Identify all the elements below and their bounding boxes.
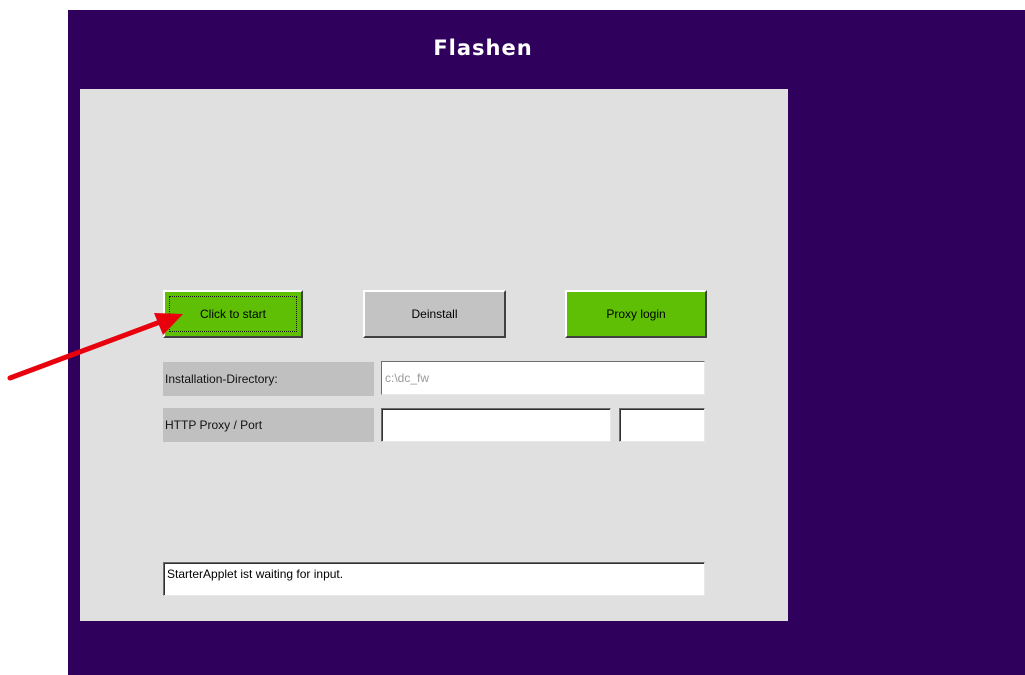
proxy-login-button-label: Proxy login (606, 307, 666, 321)
deinstall-button[interactable]: Deinstall (363, 290, 506, 338)
red-arrow-icon (7, 313, 183, 381)
status-box: StarterApplet ist waiting for input. (163, 562, 705, 596)
install-dir-field[interactable] (381, 361, 705, 395)
proxy-login-button[interactable]: Proxy login (565, 290, 707, 338)
proxy-host-field[interactable] (381, 408, 611, 442)
proxy-port-field[interactable] (619, 408, 705, 442)
page-title: Flashen (433, 36, 533, 60)
proxy-label: HTTP Proxy / Port (163, 408, 374, 442)
start-button-label: Click to start (199, 307, 266, 321)
status-text: StarterApplet ist waiting for input. (167, 567, 344, 581)
deinstall-button-label: Deinstall (411, 307, 458, 321)
